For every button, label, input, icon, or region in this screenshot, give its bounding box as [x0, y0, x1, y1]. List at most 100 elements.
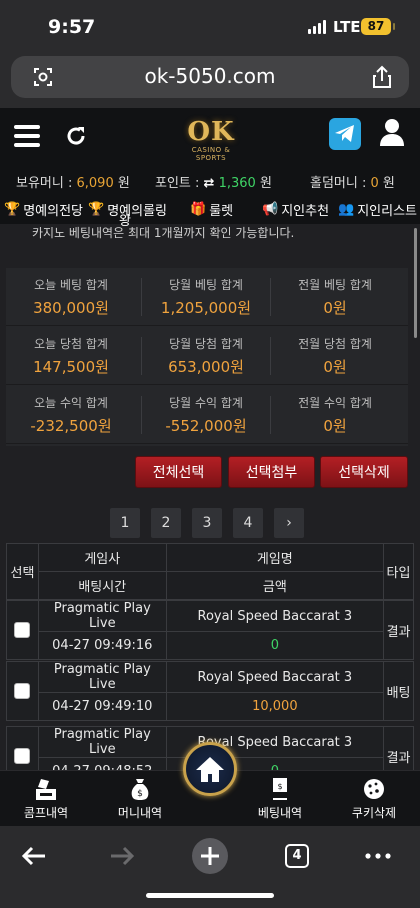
stats-panel: 오늘 베팅 합계 380,000원 당월 베팅 합계 1,205,000원 전월… — [6, 268, 408, 446]
stat-label: 당월 당첨 합계 — [169, 337, 243, 351]
page-1-button[interactable]: 1 — [110, 508, 140, 538]
stat-value: 1,205,000원 — [160, 299, 252, 317]
stat-cell: 오늘 수익 합계 -232,500원 — [6, 386, 136, 444]
menu-icon[interactable] — [14, 125, 40, 147]
stat-value: 380,000원 — [33, 299, 109, 317]
nav-label: 쿠키삭제 — [351, 806, 397, 820]
home-button[interactable] — [183, 742, 237, 796]
stat-label: 오늘 당첨 합계 — [34, 337, 108, 351]
stat-cell: 당월 당첨 합계 653,000원 — [141, 327, 271, 385]
point-balance[interactable]: 포인트 : ⇄ 1,360 원 — [155, 172, 272, 191]
point-label: 포인트 : — [155, 176, 200, 191]
game-cell: Royal Speed Baccarat 3 — [165, 661, 385, 693]
page-3-button[interactable]: 3 — [192, 508, 222, 538]
nav-bet-history[interactable]: $ 베팅내역 — [238, 777, 322, 821]
col-amount: 금액 — [165, 571, 385, 600]
stat-value: 147,500원 — [33, 358, 109, 376]
page-4-button[interactable]: 4 — [233, 508, 263, 538]
col-type: 타입 — [383, 543, 414, 600]
type-cell: 배팅 — [383, 661, 414, 721]
menu-referral[interactable]: 📢 지인추천 — [262, 200, 329, 219]
url-text[interactable]: ok-5050.com — [11, 64, 409, 88]
menu-label: 명예의전당 — [23, 204, 83, 219]
status-time: 9:57 — [48, 16, 96, 38]
action-buttons: 전체선택 선택첨부 선택삭제 — [135, 456, 409, 488]
scrollbar[interactable] — [414, 228, 417, 338]
stat-cell: 전월 베팅 합계 0원 — [270, 268, 400, 326]
menu-label: 룰렛 — [209, 204, 234, 219]
row-checkbox[interactable] — [14, 748, 31, 764]
vote-box-icon — [36, 779, 56, 800]
refresh-icon[interactable] — [64, 124, 88, 148]
row-checkbox[interactable] — [14, 683, 31, 699]
nav-label: 콤프내역 — [23, 806, 69, 820]
col-game: 게임명 — [165, 543, 385, 572]
stat-label: 당월 수익 합계 — [169, 396, 243, 410]
money-bag-icon: $ — [131, 779, 149, 800]
nav-money-history[interactable]: $ 머니내역 — [98, 777, 182, 821]
address-bar[interactable]: ok-5050.com — [11, 56, 409, 98]
page-2-button[interactable]: 2 — [151, 508, 181, 538]
select-all-button[interactable]: 전체선택 — [135, 456, 222, 488]
logo-subtext: CASINO & SPORTS — [191, 146, 231, 162]
trophy-icon: 🏆 — [88, 202, 105, 217]
stat-cell: 당월 베팅 합계 1,205,000원 — [141, 268, 271, 326]
more-button[interactable] — [358, 836, 398, 876]
stat-label: 당월 베팅 합계 — [169, 278, 243, 292]
main-content: 카지노 베팅내역은 최대 1개월까지 확인 가능합니다. 오늘 베팅 합계 38… — [0, 224, 420, 770]
amount-cell: 10,000 — [165, 692, 385, 721]
balance-row: 보유머니 : 6,090 원 포인트 : ⇄ 1,360 원 홀덤머니 : 0 … — [0, 166, 420, 194]
stat-value: 0원 — [323, 299, 347, 317]
network-label: LTE — [333, 18, 361, 36]
bet-row: Pragmatic Play Live Royal Speed Baccarat… — [6, 600, 414, 660]
provider-cell: Pragmatic Play Live — [37, 726, 167, 758]
stat-value: 653,000원 — [168, 358, 244, 376]
holdem-unit: 원 — [382, 176, 395, 191]
bet-row: Pragmatic Play Live Royal Speed Baccarat… — [6, 661, 414, 721]
menu-referral-list[interactable]: 👥 지인리스트 — [338, 200, 417, 219]
menu-hall-of-fame[interactable]: 🏆 명예의전당 — [4, 200, 83, 219]
cookie-icon — [364, 779, 384, 799]
browser-url-area: ok-5050.com — [0, 56, 420, 108]
menu-label: 지인추천 — [281, 204, 330, 219]
telegram-icon[interactable] — [329, 118, 361, 150]
svg-text:$: $ — [137, 789, 143, 799]
attach-selected-button[interactable]: 선택첨부 — [228, 456, 315, 488]
stat-label: 오늘 베팅 합계 — [34, 278, 108, 292]
stat-label: 오늘 수익 합계 — [34, 396, 108, 410]
app-root: 9:57 LTE 87 ok-5050.com OK CASINO & SPOR… — [0, 0, 420, 908]
stat-label: 전월 베팅 합계 — [298, 278, 372, 292]
money-balance: 보유머니 : 6,090 원 — [16, 172, 130, 191]
stats-row-bet: 오늘 베팅 합계 380,000원 당월 베팅 합계 1,205,000원 전월… — [6, 268, 408, 326]
stat-label: 전월 수익 합계 — [298, 396, 372, 410]
site-logo[interactable]: OK CASINO & SPORTS — [176, 118, 246, 162]
provider-cell: Pragmatic Play Live — [37, 600, 167, 632]
nav-comp-history[interactable]: 콤프내역 — [4, 777, 88, 821]
point-value: 1,360 — [218, 176, 256, 191]
more-icon — [365, 853, 391, 859]
type-cell: 결과 — [383, 726, 414, 770]
row-checkbox-cell — [6, 661, 39, 721]
nav-label: 머니내역 — [117, 806, 163, 820]
back-button[interactable] — [14, 836, 54, 876]
stat-cell: 당월 수익 합계 -552,000원 — [141, 386, 271, 444]
trophy-icon: 🏆 — [4, 202, 21, 217]
row-checkbox[interactable] — [14, 622, 31, 638]
forward-button[interactable] — [102, 836, 142, 876]
exchange-icon: ⇄ — [203, 176, 215, 191]
share-icon[interactable] — [371, 65, 393, 89]
delete-selected-button[interactable]: 선택삭제 — [320, 456, 408, 488]
home-icon — [196, 757, 224, 782]
next-page-button[interactable]: › — [274, 508, 304, 538]
nav-clear-cookies[interactable]: 쿠키삭제 — [332, 777, 416, 821]
stat-value: 0원 — [323, 358, 347, 376]
holdem-value: 0 — [370, 176, 379, 191]
new-tab-button[interactable] — [190, 836, 230, 876]
tabs-button[interactable]: 4 — [277, 836, 317, 876]
user-icon[interactable] — [380, 118, 404, 146]
gift-icon: 🎁 — [190, 202, 207, 217]
time-cell: 04-27 09:49:10 — [37, 692, 167, 721]
menu-roulette[interactable]: 🎁 룰렛 — [190, 200, 233, 219]
game-cell: Royal Speed Baccarat 3 — [165, 600, 385, 632]
menu-label: 지인리스트 — [357, 204, 417, 219]
